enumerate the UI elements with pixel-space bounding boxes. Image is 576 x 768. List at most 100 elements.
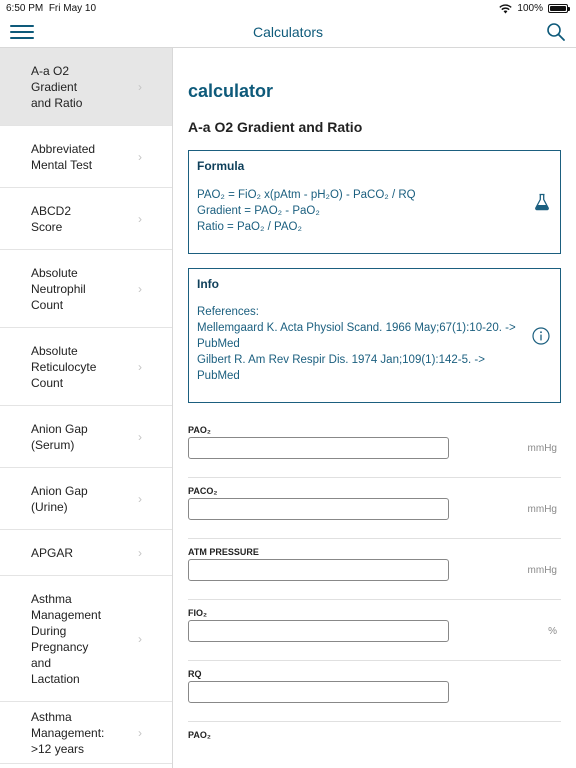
- field-label: PAO₂: [188, 425, 211, 435]
- sidebar-item-label-line: ABCD2: [31, 203, 72, 218]
- sidebar-item[interactable]: Asthma Management During Pregnancy and Lactat…: [0, 576, 172, 702]
- field-label: ATM PRESSURE: [188, 547, 259, 557]
- chevron-right-icon: ›: [138, 149, 142, 164]
- sidebar-item[interactable]: Anion Gap (Serum) ›: [0, 406, 172, 468]
- sidebar-item-label-line: During: [31, 623, 67, 638]
- field-input[interactable]: [188, 620, 449, 642]
- sidebar-item-label-line: (Serum): [31, 437, 75, 452]
- nav-bar: Calculators: [0, 16, 576, 48]
- unit-label: mmHg: [527, 504, 557, 515]
- sidebar-item-label-line: Abbreviated: [31, 141, 96, 156]
- field-label: PACO₂: [188, 486, 218, 496]
- unit-label: %: [548, 626, 557, 637]
- sidebar-item-label-line: Gradient: [31, 79, 78, 94]
- chevron-right-icon: ›: [138, 79, 142, 94]
- sidebar-item[interactable]: A-a O2 Gradient and Ratio ›: [0, 48, 172, 126]
- wifi-icon: [499, 3, 513, 13]
- battery-percent: 100%: [517, 3, 543, 14]
- sidebar-item-label: Absolute Reticulocyte Count: [31, 343, 96, 391]
- info-title: Info: [197, 277, 219, 291]
- sidebar-item-label-line: and Ratio: [31, 95, 83, 110]
- sidebar-item-label-line: Lactation: [31, 671, 80, 686]
- sidebar-item-label-line: Absolute: [31, 265, 78, 280]
- sidebar-item-label: ABCD2 Score: [31, 203, 71, 235]
- formula-line: Ratio = PaO₂ / PAO₂: [197, 221, 302, 233]
- sidebar-item-label-line: and: [31, 655, 52, 670]
- sidebar-item-label-line: Anion Gap: [31, 483, 88, 498]
- field-input[interactable]: [188, 498, 449, 520]
- chevron-right-icon: ›: [138, 725, 142, 740]
- input-field-row: PACO₂ mmHg: [188, 478, 561, 539]
- field-input[interactable]: [188, 681, 449, 703]
- sidebar-item-label: Asthma Management: >12 years: [31, 709, 104, 757]
- sidebar-item-label: Anion Gap (Urine): [31, 483, 88, 515]
- nav-title: Calculators: [252, 24, 324, 40]
- calculator-list-sidebar[interactable]: A-a O2 Gradient and Ratio › Abbreviated Menta…: [0, 48, 173, 768]
- chevron-right-icon: ›: [138, 491, 142, 506]
- formula-line: Gradient = PAO₂ - PaO₂: [197, 205, 320, 217]
- calculator-detail: calculator A-a O2 Gradient and Ratio For…: [174, 48, 576, 768]
- status-right: 100%: [499, 3, 570, 14]
- sidebar-item-label-line: Neutrophil: [31, 281, 86, 296]
- sidebar-item[interactable]: Absolute Neutrophil Count ›: [0, 250, 172, 328]
- sidebar-item[interactable]: Absolute Reticulocyte Count ›: [0, 328, 172, 406]
- sidebar-item-label: Absolute Neutrophil Count: [31, 265, 86, 313]
- sidebar-item-label-line: Score: [31, 219, 63, 234]
- chevron-right-icon: ›: [138, 631, 142, 646]
- sidebar-item-label-line: Management: [31, 607, 102, 622]
- sidebar-item-label-line: Mental Test: [31, 157, 93, 172]
- status-bar: 6:50 PM Fri May 10 100%: [0, 0, 576, 16]
- field-label: PAO₂: [188, 730, 211, 740]
- field-label: RQ: [188, 669, 202, 679]
- sidebar-item-label-line: Count: [31, 375, 64, 390]
- calculator-name: A-a O2 Gradient and Ratio: [188, 119, 363, 135]
- sidebar-item-label-line: A-a O2: [31, 63, 70, 78]
- sidebar-item-label: A-a O2 Gradient and Ratio: [31, 63, 82, 111]
- sidebar-item-label: Anion Gap (Serum): [31, 421, 88, 453]
- formula-box: Formula PAO₂ = FiO₂ x(pAtm - pH₂O) - PaC…: [188, 150, 561, 254]
- search-icon[interactable]: [546, 22, 566, 42]
- status-date: Fri May 10: [48, 3, 97, 14]
- sidebar-item-label: Asthma Management During Pregnancy and Lactat…: [31, 591, 101, 687]
- field-label: FIO₂: [188, 608, 207, 618]
- flask-icon[interactable]: [534, 193, 550, 211]
- sidebar-item-label-line: (Urine): [31, 499, 68, 514]
- unit-label: mmHg: [527, 443, 557, 454]
- battery-icon: [548, 4, 570, 13]
- status-time-date: 6:50 PM Fri May 10: [6, 3, 96, 14]
- sidebar-item-label-line: Asthma: [31, 591, 72, 606]
- sidebar-item-label: APGAR: [31, 545, 73, 561]
- sidebar-item-label-line: APGAR: [31, 545, 74, 560]
- reference-link[interactable]: Mellemgaard K. Acta Physiol Scand. 1966 …: [197, 320, 527, 352]
- field-input[interactable]: [188, 559, 449, 581]
- sidebar-item-label-line: Asthma: [31, 709, 72, 724]
- formula-title: Formula: [197, 159, 245, 173]
- sidebar-item-label: Abbreviated Mental Test: [31, 141, 95, 173]
- reference-link[interactable]: Gilbert R. Am Rev Respir Dis. 1974 Jan;1…: [197, 352, 527, 384]
- status-time: 6:50 PM: [6, 3, 44, 14]
- input-field-row: ATM PRESSURE mmHg: [188, 539, 561, 600]
- sidebar-item[interactable]: Anion Gap (Urine) ›: [0, 468, 172, 530]
- info-line: References:: [197, 306, 260, 318]
- sidebar-item-label-line: Absolute: [31, 343, 78, 358]
- chevron-right-icon: ›: [138, 281, 142, 296]
- chevron-right-icon: ›: [138, 429, 142, 444]
- input-field-row: PAO₂ mmHg: [188, 417, 561, 478]
- sidebar-item[interactable]: Abbreviated Mental Test ›: [0, 126, 172, 188]
- sidebar-item[interactable]: Asthma Management: >12 years ›: [0, 702, 172, 764]
- sidebar-item-label-line: Pregnancy: [31, 639, 89, 654]
- input-field-row: RQ: [188, 661, 561, 722]
- sidebar-item[interactable]: ABCD2 Score ›: [0, 188, 172, 250]
- info-box: Info References: Mellemgaard K. Acta Phy…: [188, 268, 561, 403]
- sidebar-item[interactable]: APGAR ›: [0, 530, 172, 576]
- input-field-row: FIO₂%: [188, 600, 561, 661]
- formula-line: PAO₂ = FiO₂ x(pAtm - pH₂O) - PaCO₂ / RQ: [197, 189, 416, 201]
- info-icon[interactable]: [532, 327, 550, 345]
- sidebar-item-label-line: Management:: [31, 725, 105, 740]
- sidebar-item-label-line: Anion Gap: [31, 421, 88, 436]
- section-title: calculator: [188, 81, 274, 101]
- sidebar-item-label-line: >12 years: [31, 741, 85, 756]
- field-input[interactable]: [188, 437, 449, 459]
- input-field-row: PAO₂: [188, 722, 561, 768]
- sidebar-item-label-line: Reticulocyte: [31, 359, 97, 374]
